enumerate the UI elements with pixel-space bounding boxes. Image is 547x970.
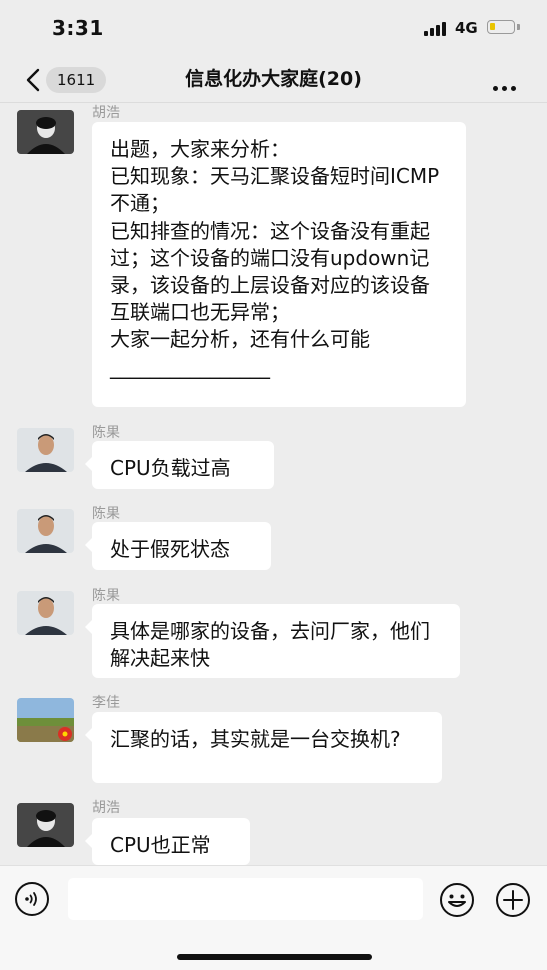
avatar[interactable] (17, 110, 74, 154)
avatar[interactable] (17, 591, 74, 635)
avatar[interactable] (17, 509, 74, 553)
sender-name: 陈果 (92, 506, 120, 522)
plus-icon[interactable] (495, 882, 531, 918)
network-type: 4G (455, 19, 478, 37)
battery-icon (487, 20, 515, 34)
sender-name: 胡浩 (92, 800, 120, 816)
chat-header: 1611 信息化办大家庭(20) (0, 56, 547, 103)
status-time: 3:31 (52, 16, 104, 40)
home-indicator[interactable] (177, 954, 372, 960)
voice-icon[interactable] (15, 882, 49, 916)
avatar[interactable] (17, 428, 74, 472)
sender-name: 陈果 (92, 425, 120, 441)
message-input[interactable] (68, 878, 423, 920)
emoji-icon[interactable] (439, 882, 475, 918)
signal-icon (424, 22, 446, 36)
sender-name: 李佳 (92, 695, 120, 711)
avatar[interactable] (17, 698, 74, 742)
message-bubble[interactable]: 具体是哪家的设备，去问厂家，他们解决起来快 (85, 604, 460, 678)
message-bubble[interactable]: 处于假死状态 (85, 522, 271, 570)
sender-name: 胡浩 (92, 105, 120, 121)
sender-name: 陈果 (92, 588, 120, 604)
avatar[interactable] (17, 803, 74, 847)
message-bubble[interactable]: CPU负载过高 (85, 441, 274, 489)
chat-title: 信息化办大家庭(20) (185, 68, 362, 90)
message-bubble[interactable]: CPU也正常 (85, 818, 250, 865)
status-bar: 3:31 4G (0, 0, 547, 56)
message-bubble[interactable]: 汇聚的话，其实就是一台交换机? (85, 712, 442, 783)
message-bubble[interactable]: 出题，大家来分析： 已知现象：天马汇聚设备短时间ICMP不通； 已知排查的情况：… (92, 122, 466, 407)
more-dots-icon[interactable] (493, 76, 520, 95)
